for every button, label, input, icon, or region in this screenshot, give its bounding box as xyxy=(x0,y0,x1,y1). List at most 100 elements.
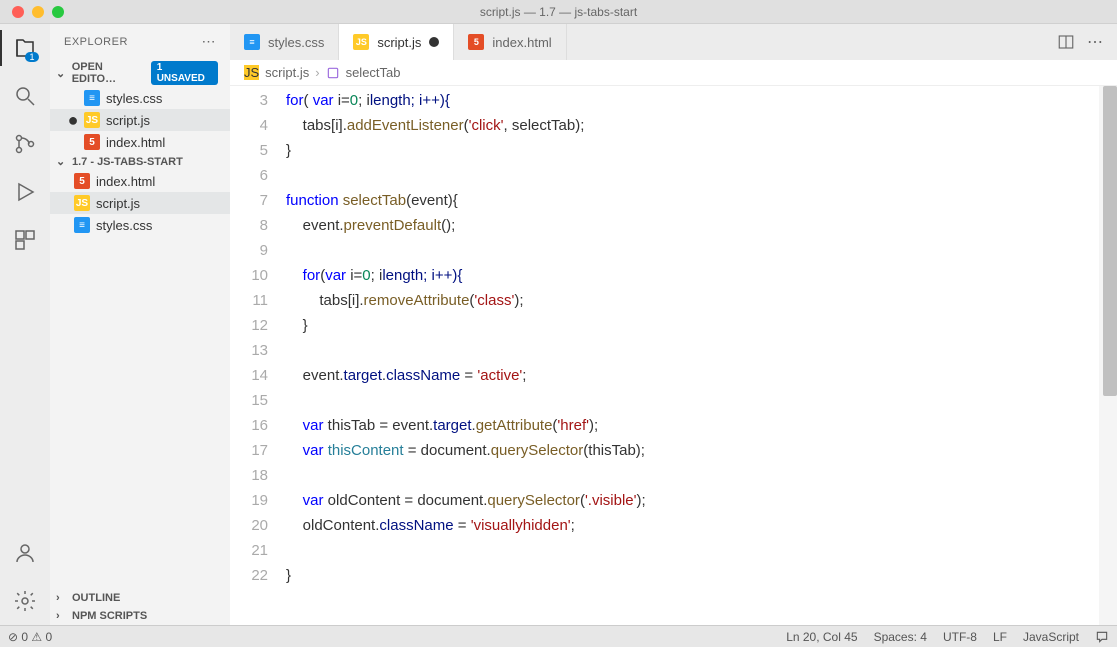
minimap[interactable] xyxy=(1099,86,1117,625)
window-controls xyxy=(0,6,64,18)
dirty-indicator-icon xyxy=(429,37,439,47)
status-encoding[interactable]: UTF-8 xyxy=(943,630,977,644)
file-name: styles.css xyxy=(106,91,162,106)
status-language[interactable]: JavaScript xyxy=(1023,630,1079,644)
status-line-col[interactable]: Ln 20, Col 45 xyxy=(786,630,857,644)
html-file-icon: 5 xyxy=(468,34,484,50)
html-file-icon: 5 xyxy=(74,173,90,189)
file-name: script.js xyxy=(106,113,150,128)
file-name: index.html xyxy=(96,174,155,189)
split-editor-icon[interactable] xyxy=(1057,33,1075,51)
js-file-icon: JS xyxy=(353,34,369,50)
sidebar-header: EXPLORER ⋯ xyxy=(50,24,230,59)
accounts-icon[interactable] xyxy=(11,539,39,567)
settings-icon[interactable] xyxy=(11,587,39,615)
chevron-right-icon: › xyxy=(56,592,70,604)
editor-tab[interactable]: ≡styles.css xyxy=(230,24,339,60)
js-file-icon: JS xyxy=(74,195,90,211)
code-line[interactable] xyxy=(286,163,1117,188)
line-number: 18 xyxy=(230,463,268,488)
code-line[interactable]: for(var i=0; ilength; i++){ xyxy=(286,263,1117,288)
line-number: 19 xyxy=(230,488,268,513)
code-line[interactable]: } xyxy=(286,563,1117,588)
code-line[interactable]: var thisTab = event.target.getAttribute(… xyxy=(286,413,1117,438)
source-control-icon[interactable] xyxy=(11,130,39,158)
code-line[interactable] xyxy=(286,338,1117,363)
line-number: 21 xyxy=(230,538,268,563)
extensions-icon[interactable] xyxy=(11,226,39,254)
code-line[interactable]: event.preventDefault(); xyxy=(286,213,1117,238)
folder-file-item[interactable]: JS script.js xyxy=(50,192,230,214)
open-editor-item[interactable]: ≡styles.css xyxy=(50,87,230,109)
code-line[interactable] xyxy=(286,388,1117,413)
unsaved-badge: 1 UNSAVED xyxy=(151,61,218,85)
code-content[interactable]: for( var i=0; ilength; i++){ tabs[i].add… xyxy=(286,86,1117,625)
symbol-icon xyxy=(326,66,340,80)
folder-section[interactable]: ⌄ 1.7 - JS-TABS-START xyxy=(50,153,230,170)
tab-label: styles.css xyxy=(268,35,324,50)
line-number: 8 xyxy=(230,213,268,238)
html-file-icon: 5 xyxy=(84,134,100,150)
code-line[interactable]: event.target.className = 'active'; xyxy=(286,363,1117,388)
code-line[interactable]: tabs[i].removeAttribute('class'); xyxy=(286,288,1117,313)
npm-scripts-section[interactable]: › NPM SCRIPTS xyxy=(50,607,230,625)
folder-file-item[interactable]: ≡styles.css xyxy=(50,214,230,236)
minimap-thumb[interactable] xyxy=(1103,86,1117,396)
open-editors-section[interactable]: ⌄ OPEN EDITO… 1 UNSAVED xyxy=(50,59,230,87)
editor-tab[interactable]: JSscript.js xyxy=(339,24,454,60)
breadcrumb-file: script.js xyxy=(265,65,309,80)
js-file-icon: JS xyxy=(244,65,259,80)
code-line[interactable]: } xyxy=(286,313,1117,338)
editor-tabs: ≡styles.cssJSscript.js5index.html ⋯ xyxy=(230,24,1117,60)
code-line[interactable] xyxy=(286,538,1117,563)
code-line[interactable]: function selectTab(event){ xyxy=(286,188,1117,213)
outline-section[interactable]: › OUTLINE xyxy=(50,589,230,607)
line-number: 10 xyxy=(230,263,268,288)
code-editor[interactable]: 345678910111213141516171819202122 for( v… xyxy=(230,86,1117,625)
chevron-right-icon: › xyxy=(56,610,70,622)
code-line[interactable]: } xyxy=(286,138,1117,163)
line-number: 4 xyxy=(230,113,268,138)
file-name: styles.css xyxy=(96,218,152,233)
status-eol[interactable]: LF xyxy=(993,630,1007,644)
open-editor-item[interactable]: ● JS script.js xyxy=(50,109,230,131)
status-errors[interactable]: ⊘ 0 ⚠ 0 xyxy=(8,630,52,644)
js-file-icon: JS xyxy=(84,112,100,128)
code-line[interactable] xyxy=(286,463,1117,488)
line-number: 22 xyxy=(230,563,268,588)
maximize-window-button[interactable] xyxy=(52,6,64,18)
code-line[interactable]: for( var i=0; ilength; i++){ xyxy=(286,88,1117,113)
close-window-button[interactable] xyxy=(12,6,24,18)
close-file-icon[interactable] xyxy=(68,137,78,147)
close-file-icon[interactable] xyxy=(68,93,78,103)
line-number: 5 xyxy=(230,138,268,163)
minimize-window-button[interactable] xyxy=(32,6,44,18)
code-line[interactable] xyxy=(286,238,1117,263)
line-number: 14 xyxy=(230,363,268,388)
open-editor-item[interactable]: 5 index.html xyxy=(50,131,230,153)
status-feedback-icon[interactable] xyxy=(1095,630,1109,644)
breadcrumbs[interactable]: JS script.js › selectTab xyxy=(230,60,1117,86)
sidebar: EXPLORER ⋯ ⌄ OPEN EDITO… 1 UNSAVED ≡styl… xyxy=(50,24,230,625)
sidebar-more-icon[interactable]: ⋯ xyxy=(202,33,217,50)
chevron-down-icon: ⌄ xyxy=(56,67,70,80)
line-gutter: 345678910111213141516171819202122 xyxy=(230,86,286,625)
search-icon[interactable] xyxy=(11,82,39,110)
more-actions-icon[interactable]: ⋯ xyxy=(1087,32,1103,52)
code-line[interactable]: var oldContent = document.querySelector(… xyxy=(286,488,1117,513)
file-name: script.js xyxy=(96,196,140,211)
code-line[interactable]: oldContent.className = 'visuallyhidden'; xyxy=(286,513,1117,538)
status-spaces[interactable]: Spaces: 4 xyxy=(874,630,927,644)
file-name: index.html xyxy=(106,135,165,150)
explorer-icon[interactable]: 1 xyxy=(11,34,39,62)
window-title: script.js — 1.7 — js-tabs-start xyxy=(480,5,637,19)
open-editors-label: OPEN EDITO… xyxy=(72,61,149,85)
run-debug-icon[interactable] xyxy=(11,178,39,206)
folder-file-item[interactable]: 5 index.html xyxy=(50,170,230,192)
code-line[interactable]: tabs[i].addEventListener('click', select… xyxy=(286,113,1117,138)
dirty-indicator-icon: ● xyxy=(68,115,78,125)
outline-label: OUTLINE xyxy=(72,592,120,604)
explorer-badge: 1 xyxy=(25,52,39,62)
code-line[interactable]: var thisContent = document.querySelector… xyxy=(286,438,1117,463)
editor-tab[interactable]: 5index.html xyxy=(454,24,566,60)
